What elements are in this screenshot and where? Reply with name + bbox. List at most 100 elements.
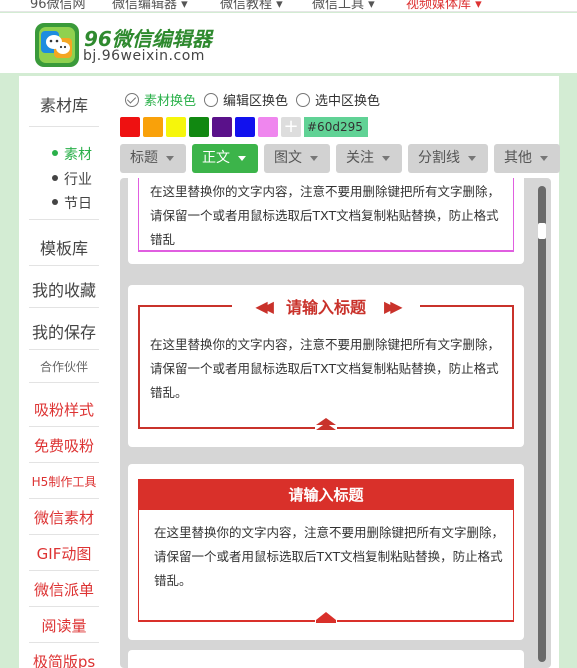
bullet-icon xyxy=(52,150,58,156)
sidebar-sub-label: 节日 xyxy=(64,196,92,212)
card-body-text: 在这里替换你的文字内容，注意不要用删除键把所有文字删除，请保留一个或者用鼠标选取… xyxy=(150,337,501,400)
radio-editor-color[interactable]: 编辑区换色 xyxy=(204,90,288,109)
tab-title[interactable]: 标题 xyxy=(120,144,186,173)
material-card-3[interactable]: 请输入标题 在这里替换你的文字内容，注意不要用删除键把所有文字删除，请保留一个或… xyxy=(128,464,524,640)
sidebar-divider xyxy=(29,534,99,535)
sidebar-link-fan-styles[interactable]: 吸粉样式 xyxy=(29,399,99,420)
radio-circle-icon xyxy=(204,92,219,107)
color-swatch-orange[interactable] xyxy=(143,117,163,137)
card-title: 请输入标题 xyxy=(285,298,366,317)
sidebar-link-dispatch[interactable]: 微信派单 xyxy=(29,579,99,600)
triangle-up-icon xyxy=(315,417,337,431)
site-logo[interactable]: 96微信编辑器 bj.96weixin.com xyxy=(34,20,212,70)
topnav-editor[interactable]: 微信编辑器 ▾ xyxy=(112,0,188,11)
radio-material-color[interactable]: 素材换色 xyxy=(125,90,196,109)
color-swatch-purple[interactable] xyxy=(212,117,232,137)
sidebar-divider xyxy=(29,349,99,350)
tab-follow[interactable]: 关注 xyxy=(336,144,402,173)
scrollbar-track[interactable] xyxy=(538,186,546,662)
sidebar-item-favorites[interactable]: 我的收藏 xyxy=(29,277,99,301)
card-title-bar: ◀◀ 请输入标题 ▶▶ xyxy=(232,293,420,319)
top-navigation: 96微信网 微信编辑器 ▾ 微信教程 ▾ 微信工具 ▾ 视频媒体库 ▾ xyxy=(0,0,577,12)
card-body-text: 在这里替换你的文字内容，注意不要用删除键把所有文字删除，请保留一个或者用鼠标选取… xyxy=(154,525,505,588)
sidebar-sub-item-material[interactable]: 素材 xyxy=(52,144,92,164)
scrollbar-thumb[interactable] xyxy=(538,223,546,239)
sidebar-link-wechat-material[interactable]: 微信素材 xyxy=(29,507,99,528)
sidebar-sub-item-festival[interactable]: 节日 xyxy=(52,193,92,213)
color-mode-selector: 素材换色 编辑区换色 选中区换色 xyxy=(125,90,388,109)
radio-selection-color[interactable]: 选中区换色 xyxy=(296,90,380,109)
category-tabs: 标题 正文 图文 关注 分割线 其他 xyxy=(120,144,566,173)
double-left-arrow-icon: ◀◀ xyxy=(255,296,273,316)
tab-label: 标题 xyxy=(130,150,158,166)
sidebar-link-gif[interactable]: GIF动图 xyxy=(29,543,99,564)
tab-label: 其他 xyxy=(504,150,532,166)
card-header-bar: 请输入标题 xyxy=(138,479,514,510)
tab-label: 分割线 xyxy=(418,150,460,166)
bullet-icon xyxy=(52,175,58,181)
radio-label: 编辑区换色 xyxy=(223,94,289,109)
topnav-tools[interactable]: 微信工具 ▾ xyxy=(312,0,375,11)
caret-down-icon xyxy=(382,156,390,161)
color-swatch-pink[interactable] xyxy=(258,117,278,137)
sidebar-divider xyxy=(29,219,99,220)
tab-divider[interactable]: 分割线 xyxy=(408,144,488,173)
sidebar-link-simple-ps[interactable]: 极简版ps xyxy=(29,651,99,668)
sidebar-link-free-fans[interactable]: 免费吸粉 xyxy=(29,435,99,456)
color-swatch-yellow[interactable] xyxy=(166,117,186,137)
card-body-text: 在这里替换你的文字内容，注意不要用删除键把所有文字删除，请保留一个或者用鼠标选取… xyxy=(150,184,501,247)
material-card-1[interactable]: 在这里替换你的文字内容，注意不要用删除键把所有文字删除，请保留一个或者用鼠标选取… xyxy=(128,178,524,264)
color-palette: + #60d295 xyxy=(120,117,368,137)
color-swatch-red[interactable] xyxy=(120,117,140,137)
sidebar-item-templates[interactable]: 模板库 xyxy=(29,235,99,259)
sidebar-divider xyxy=(29,570,99,571)
tab-label: 关注 xyxy=(346,150,374,166)
sidebar-divider xyxy=(29,642,99,643)
material-card-4[interactable] xyxy=(128,650,524,668)
color-swatch-blue[interactable] xyxy=(235,117,255,137)
caret-down-icon xyxy=(310,156,318,161)
color-swatch-green[interactable] xyxy=(189,117,209,137)
sidebar-divider xyxy=(29,307,99,308)
topnav-media[interactable]: 视频媒体库 ▾ xyxy=(406,0,482,11)
tab-image-text[interactable]: 图文 xyxy=(264,144,330,173)
radio-circle-icon xyxy=(296,92,311,107)
caret-down-icon xyxy=(540,156,548,161)
double-right-arrow-icon: ▶▶ xyxy=(384,296,402,316)
material-list: 在这里替换你的文字内容，注意不要用删除键把所有文字删除，请保留一个或者用鼠标选取… xyxy=(120,178,551,668)
sidebar-divider xyxy=(29,498,99,499)
sidebar-divider xyxy=(29,426,99,427)
card-title: 请输入标题 xyxy=(288,486,364,504)
sidebar-divider xyxy=(29,606,99,607)
check-icon xyxy=(125,92,139,107)
topnav-tutorial[interactable]: 微信教程 ▾ xyxy=(220,0,283,11)
bullet-icon xyxy=(52,199,58,205)
sidebar-item-saved[interactable]: 我的保存 xyxy=(29,319,99,343)
tab-body-text[interactable]: 正文 xyxy=(192,144,258,173)
radio-label: 选中区换色 xyxy=(315,94,381,109)
add-color-icon[interactable]: + xyxy=(281,117,301,137)
sidebar-divider xyxy=(29,265,99,266)
radio-label: 素材换色 xyxy=(144,94,197,109)
triangle-up-icon xyxy=(315,610,337,624)
sidebar-sub-label: 素材 xyxy=(64,147,92,163)
tab-label: 正文 xyxy=(202,150,230,166)
material-card-2[interactable]: ◀◀ 请输入标题 ▶▶ 在这里替换你的文字内容，注意不要用删除键把所有文字删除，… xyxy=(128,285,524,447)
hex-color-input[interactable]: #60d295 xyxy=(304,117,368,137)
sidebar-sub-item-industry[interactable]: 行业 xyxy=(52,169,92,189)
sidebar-link-read-count[interactable]: 阅读量 xyxy=(29,615,99,636)
caret-down-icon xyxy=(166,156,174,161)
sidebar-link-h5-tool[interactable]: H5制作工具 xyxy=(29,473,99,490)
topnav-home[interactable]: 96微信网 xyxy=(30,0,86,11)
tab-other[interactable]: 其他 xyxy=(494,144,560,173)
logo-url: bj.96weixin.com xyxy=(83,48,205,64)
sidebar-divider xyxy=(29,126,99,127)
header: 96微信编辑器 bj.96weixin.com xyxy=(0,13,577,73)
caret-down-icon xyxy=(238,156,246,161)
sidebar-item-material-library[interactable]: 素材库 xyxy=(29,92,99,116)
material-panel: 素材换色 编辑区换色 选中区换色 + #60d295 标题 正文 图文 关注 分… xyxy=(109,76,560,668)
sidebar-sub-label: 行业 xyxy=(64,172,92,188)
sidebar-divider xyxy=(29,382,99,383)
tab-label: 图文 xyxy=(274,150,302,166)
wechat-logo-icon xyxy=(35,23,79,67)
